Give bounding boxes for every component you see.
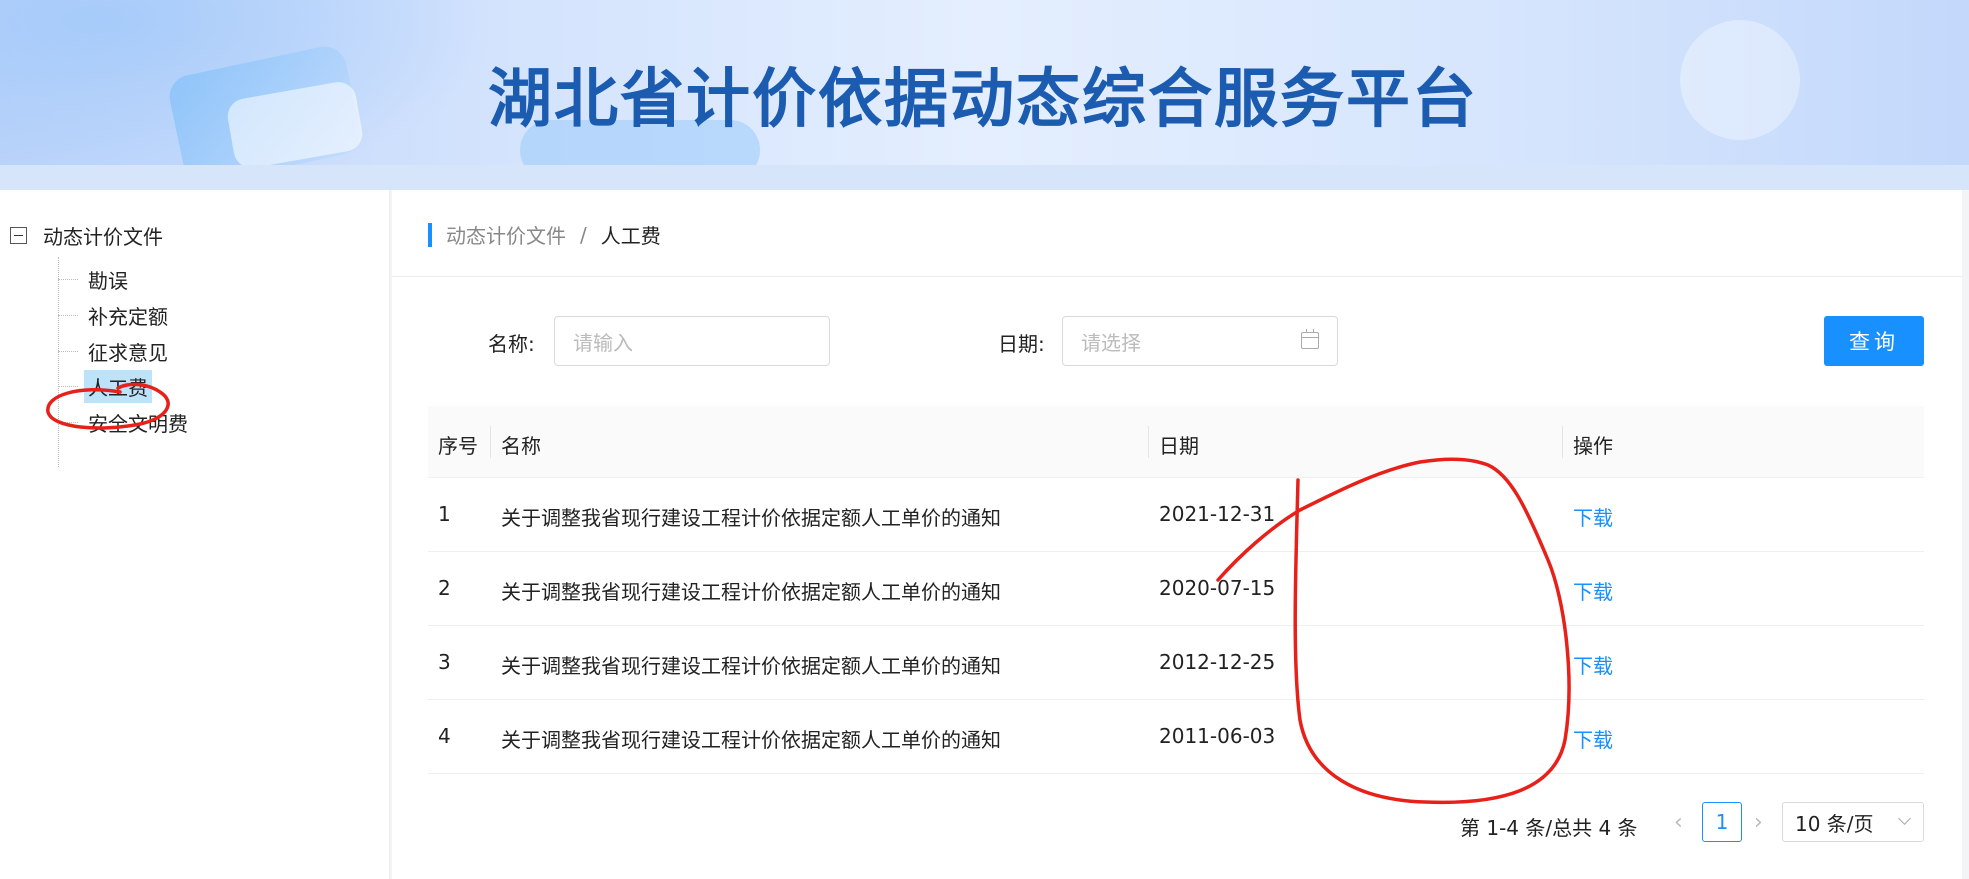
tree-root[interactable]: 动态计价文件 xyxy=(10,221,163,250)
tree-dash xyxy=(58,315,78,316)
query-button[interactable]: 查询 xyxy=(1824,316,1924,366)
download-link[interactable]: 下载 xyxy=(1573,576,1613,605)
main-panel: 动态计价文件 / 人工费 名称: 请输入 日期: 请选择 查询 序号 名称 日期… xyxy=(392,190,1962,879)
table-row: 2 关于调整我省现行建设工程计价依据定额人工单价的通知 2020-07-15 下… xyxy=(428,552,1924,626)
chevron-down-icon xyxy=(1898,812,1911,825)
column-header-name: 名称 xyxy=(501,434,541,458)
sidebar: 动态计价文件 勘误 补充定额 征求意见 人工费 安全文明费 xyxy=(0,190,390,879)
tree-root-label[interactable]: 动态计价文件 xyxy=(43,221,163,250)
breadcrumb-accent-bar xyxy=(428,222,432,247)
row-date: 2021-12-31 xyxy=(1159,502,1276,526)
sidebar-item-label[interactable]: 补充定额 xyxy=(84,299,172,332)
date-label: 日期: xyxy=(998,332,1045,356)
sidebar-item-label[interactable]: 人工费 xyxy=(84,370,152,403)
collapse-icon[interactable] xyxy=(10,227,27,244)
banner-decoration xyxy=(1680,20,1800,140)
row-index: 1 xyxy=(438,502,451,526)
breadcrumb-separator: / xyxy=(580,222,587,247)
sidebar-item-kanwu[interactable]: 勘误 xyxy=(58,263,132,296)
tree-dash xyxy=(58,386,78,387)
page-number-button[interactable]: 1 xyxy=(1702,802,1742,842)
date-picker[interactable]: 请选择 xyxy=(1062,316,1338,366)
column-separator xyxy=(1148,426,1149,458)
page-size-value: 10 条/页 xyxy=(1795,811,1874,836)
sidebar-item-label[interactable]: 征求意见 xyxy=(84,335,172,368)
sidebar-item-consultation[interactable]: 征求意见 xyxy=(58,335,172,368)
name-input[interactable]: 请输入 xyxy=(554,316,830,366)
results-table: 序号 名称 日期 操作 1 关于调整我省现行建设工程计价依据定额人工单价的通知 … xyxy=(428,406,1924,774)
header-banner: 湖北省计价依据动态综合服务平台 xyxy=(0,0,1969,190)
row-index: 3 xyxy=(438,650,451,674)
column-header-action: 操作 xyxy=(1573,434,1613,458)
row-date: 2011-06-03 xyxy=(1159,724,1276,748)
sidebar-item-label[interactable]: 安全文明费 xyxy=(84,406,192,439)
row-date: 2012-12-25 xyxy=(1159,650,1276,674)
table-row: 4 关于调整我省现行建设工程计价依据定额人工单价的通知 2011-06-03 下… xyxy=(428,700,1924,774)
breadcrumb: 动态计价文件 / 人工费 xyxy=(428,220,661,249)
calendar-icon[interactable] xyxy=(1301,329,1319,349)
site-title: 湖北省计价依据动态综合服务平台 xyxy=(488,63,1478,137)
table-header: 序号 名称 日期 操作 xyxy=(428,406,1924,478)
name-label: 名称: xyxy=(488,332,535,356)
date-placeholder: 请选择 xyxy=(1081,330,1141,355)
pagination-total: 第 1-4 条/总共 4 条 xyxy=(1460,816,1638,840)
download-link[interactable]: 下载 xyxy=(1573,650,1613,679)
prev-page-icon[interactable]: ‹ xyxy=(1674,810,1683,835)
column-separator xyxy=(490,426,491,458)
row-name: 关于调整我省现行建设工程计价依据定额人工单价的通知 xyxy=(501,580,1001,604)
breadcrumb-current: 人工费 xyxy=(600,224,661,248)
row-name: 关于调整我省现行建设工程计价依据定额人工单价的通知 xyxy=(501,728,1001,752)
tree-dash xyxy=(58,422,78,423)
sidebar-item-label[interactable]: 勘误 xyxy=(84,263,132,296)
sidebar-item-labor-cost[interactable]: 人工费 xyxy=(58,370,152,403)
name-placeholder: 请输入 xyxy=(573,330,633,355)
header-divider xyxy=(392,276,1962,277)
banner-strip xyxy=(0,165,1969,190)
sidebar-item-supplementary-quota[interactable]: 补充定额 xyxy=(58,299,172,332)
page-size-select[interactable]: 10 条/页 xyxy=(1782,802,1924,842)
breadcrumb-parent[interactable]: 动态计价文件 xyxy=(446,220,566,249)
row-name: 关于调整我省现行建设工程计价依据定额人工单价的通知 xyxy=(501,506,1001,530)
table-row: 1 关于调整我省现行建设工程计价依据定额人工单价的通知 2021-12-31 下… xyxy=(428,478,1924,552)
next-page-icon[interactable]: › xyxy=(1754,810,1763,835)
sidebar-item-safety-civilization[interactable]: 安全文明费 xyxy=(58,406,192,439)
column-separator xyxy=(1562,426,1563,458)
row-date: 2020-07-15 xyxy=(1159,576,1276,600)
column-header-index: 序号 xyxy=(438,434,478,458)
download-link[interactable]: 下载 xyxy=(1573,502,1613,531)
column-header-date: 日期 xyxy=(1159,434,1199,458)
row-name: 关于调整我省现行建设工程计价依据定额人工单价的通知 xyxy=(501,654,1001,678)
row-index: 4 xyxy=(438,724,451,748)
tree-dash xyxy=(58,279,78,280)
download-link[interactable]: 下载 xyxy=(1573,724,1613,753)
table-row: 3 关于调整我省现行建设工程计价依据定额人工单价的通知 2012-12-25 下… xyxy=(428,626,1924,700)
row-index: 2 xyxy=(438,576,451,600)
tree-dash xyxy=(58,351,78,352)
